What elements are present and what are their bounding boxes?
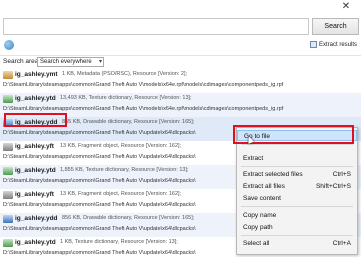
result-meta: 13,493 KB, Texture dictionary, Resource …: [60, 95, 192, 101]
ytd-file-icon: [3, 95, 13, 103]
chevron-down-icon: ▾: [98, 59, 102, 65]
search-area-label: Search area:: [3, 58, 41, 65]
result-path: D:\SteamLibrary\steamapps\common\Grand T…: [3, 106, 284, 112]
ydd-file-icon: [3, 215, 13, 223]
ymt-file-icon: [3, 71, 13, 79]
menu-separator: [241, 144, 353, 145]
title-bar: ✕: [0, 0, 361, 17]
result-meta: 855 KB, Drawable dictionary, Resource [V…: [62, 119, 195, 125]
search-area-select[interactable]: Search everywhere ▾: [37, 57, 104, 67]
extract-icon: [309, 41, 317, 48]
result-meta: 13 KB, Fragment object, Resource [Versio…: [60, 191, 182, 197]
menu-item-extract-selected[interactable]: Extract selected files Ctrl+S: [237, 169, 357, 180]
menu-item-copy-name[interactable]: Copy name: [237, 210, 357, 221]
search-button[interactable]: Search: [312, 18, 359, 35]
context-menu: Go to file Extract Extract selected file…: [236, 127, 358, 255]
result-name: ig_ashley.ymt: [15, 71, 58, 78]
result-meta: 1,855 KB, Texture dictionary, Resource […: [60, 167, 189, 173]
result-item[interactable]: ig_ashley.ymt 1 KB, Metadata (PSO/RSC), …: [0, 69, 361, 93]
search-area-row: Search area: Search everywhere ▾: [0, 55, 361, 68]
result-name: ig_ashley.ytd: [15, 167, 56, 174]
ytd-file-icon: [3, 239, 13, 247]
search-area-value: Search everywhere: [40, 59, 92, 65]
menu-item-select-all[interactable]: Select all Ctrl+A: [237, 238, 357, 249]
result-name: ig_ashley.ytd: [15, 95, 56, 102]
result-meta: 1 KB, Metadata (PSO/RSC), Resource [Vers…: [62, 71, 188, 77]
menu-item-label: Select all: [243, 240, 270, 247]
menu-item-extract-all[interactable]: Extract all files Shift+Ctrl+S: [237, 181, 357, 192]
ytd-file-icon: [3, 167, 13, 175]
result-path: D:\SteamLibrary\steamapps\common\Grand T…: [3, 82, 284, 88]
toolbar-row: Extract results: [0, 37, 361, 55]
menu-item-shortcut: Ctrl+S: [332, 171, 351, 178]
yft-file-icon: [3, 143, 13, 151]
annotation-highlight-box: [4, 113, 67, 127]
menu-separator: [241, 166, 353, 167]
search-input[interactable]: [3, 18, 309, 35]
menu-item-save-content[interactable]: Save content: [237, 193, 357, 204]
menu-item-extract[interactable]: Extract: [237, 153, 357, 164]
result-meta: 1 KB, Texture dictionary, Resource [Vers…: [60, 239, 178, 245]
close-icon[interactable]: ✕: [340, 1, 352, 13]
search-row: Search: [0, 17, 361, 37]
result-name: ig_ashley.yft: [15, 191, 54, 198]
extract-results-label: Extract results: [318, 41, 357, 48]
extract-results-button[interactable]: Extract results: [309, 41, 357, 48]
result-name: ig_ashley.yft: [15, 143, 54, 150]
menu-item-shortcut: Ctrl+A: [332, 240, 351, 247]
app-logo-icon: [4, 40, 14, 50]
result-name: ig_ashley.ytd: [15, 239, 56, 246]
menu-separator: [241, 235, 353, 236]
result-meta: 13 KB, Fragment object, Resource [Versio…: [60, 143, 182, 149]
menu-item-label: Extract selected files: [243, 171, 303, 178]
menu-separator: [241, 206, 353, 207]
yft-file-icon: [3, 191, 13, 199]
result-name: ig_ashley.ydd: [15, 215, 58, 222]
menu-item-copy-path[interactable]: Copy path: [237, 222, 357, 233]
menu-item-label: Extract all files: [243, 183, 285, 190]
result-meta: 856 KB, Drawable dictionary, Resource [V…: [62, 215, 195, 221]
menu-item-shortcut: Shift+Ctrl+S: [315, 183, 351, 190]
